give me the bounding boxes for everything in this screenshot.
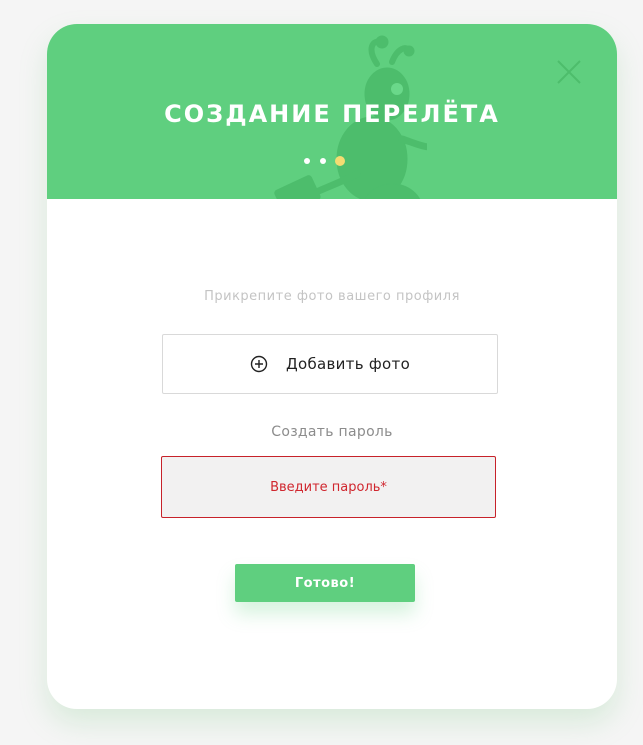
- password-label: Создать пароль: [271, 424, 393, 440]
- done-button[interactable]: Готово!: [235, 564, 415, 602]
- step-dot-1: [304, 158, 310, 164]
- password-placeholder: Введите пароль*: [270, 479, 387, 495]
- photo-hint: Прикрепите фото вашего профиля: [204, 289, 460, 304]
- close-icon[interactable]: [556, 59, 582, 85]
- password-field[interactable]: Введите пароль*: [161, 456, 496, 518]
- step-dot-3-active: [335, 156, 345, 166]
- add-photo-button[interactable]: Добавить фото: [162, 334, 498, 394]
- modal-header: СОЗДАНИЕ ПЕРЕЛЁТА: [47, 24, 617, 199]
- add-photo-label: Добавить фото: [285, 355, 411, 373]
- plus-circle-icon: [250, 355, 268, 373]
- step-dot-2: [320, 158, 326, 164]
- modal-title: СОЗДАНИЕ ПЕРЕЛЁТА: [164, 100, 500, 128]
- create-flight-modal: СОЗДАНИЕ ПЕРЕЛЁТА Прикрепите фото вашего…: [47, 24, 617, 709]
